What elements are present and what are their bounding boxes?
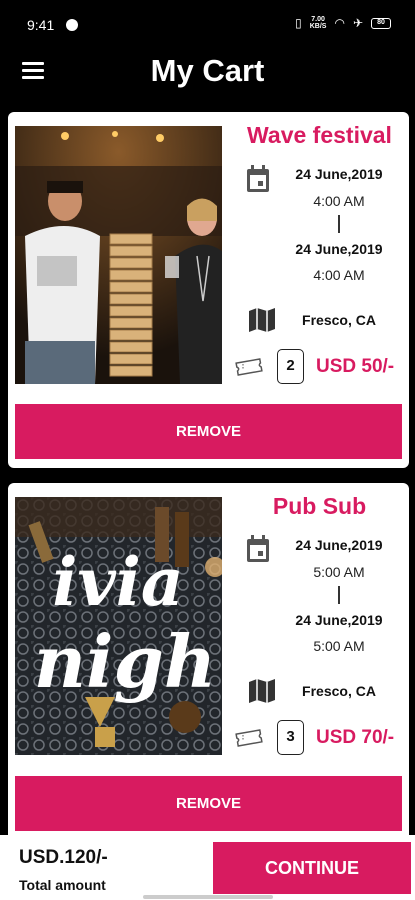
- end-time: 4:00 AM: [313, 267, 365, 283]
- cart-item-card: ivia nigh Pub Sub 24 June,2019 5:00 AM 2…: [8, 483, 409, 843]
- status-time: 9:41: [27, 17, 55, 33]
- status-bar: 9:41 ▯ 7.00 KB/S ◠ ✈ 80: [0, 0, 415, 48]
- map-icon: [249, 679, 275, 703]
- map-icon: [249, 308, 275, 332]
- start-date: 24 June,2019: [295, 166, 383, 182]
- event-name: Wave festival: [247, 122, 392, 148]
- signal-icon: ✈: [352, 16, 363, 30]
- network-speed: 7.00 KB/S: [309, 16, 327, 30]
- total-amount: USD.120/-: [19, 847, 108, 868]
- end-date: 24 June,2019: [295, 612, 383, 628]
- event-location: Fresco, CA: [302, 312, 376, 328]
- app-notification-icon: [66, 19, 78, 31]
- start-time: 4:00 AM: [313, 193, 365, 209]
- vibrate-icon: ▯: [295, 16, 302, 30]
- remove-button[interactable]: REMOVE: [15, 776, 402, 831]
- item-price: USD 50/-: [316, 356, 395, 377]
- end-time: 5:00 AM: [313, 638, 365, 654]
- ticket-icon: [235, 729, 263, 747]
- battery-icon: 80: [371, 17, 391, 29]
- total-amount-label: Total amount: [19, 877, 106, 893]
- calendar-icon: [247, 535, 269, 562]
- page-title: My Cart: [150, 53, 265, 88]
- event-location: Fresco, CA: [302, 683, 376, 699]
- ticket-icon: [235, 358, 263, 376]
- status-icons: ▯ 7.00 KB/S ◠ ✈ 80: [295, 16, 391, 30]
- remove-button[interactable]: REMOVE: [15, 404, 402, 459]
- home-indicator[interactable]: [143, 895, 273, 899]
- image-text-line1: ivia: [52, 543, 183, 621]
- calendar-icon: [247, 165, 269, 192]
- item-price: USD 70/-: [316, 727, 395, 748]
- checkout-footer: USD.120/- Total amount CONTINUE: [0, 835, 415, 900]
- quantity-box: 2: [277, 349, 304, 384]
- time-separator: [338, 215, 340, 233]
- start-time: 5:00 AM: [313, 564, 365, 580]
- quantity-box: 3: [277, 720, 304, 755]
- event-image: [15, 126, 222, 384]
- continue-button[interactable]: CONTINUE: [213, 842, 411, 894]
- start-date: 24 June,2019: [295, 537, 383, 553]
- event-name: Pub Sub: [272, 493, 367, 519]
- event-image: ivia nigh: [15, 497, 222, 755]
- app-header: My Cart: [0, 48, 415, 106]
- cart-item-card: Wave festival 24 June,2019 4:00 AM 24 Ju…: [8, 112, 409, 468]
- image-text-line2: nigh: [34, 619, 216, 704]
- end-date: 24 June,2019: [295, 241, 383, 257]
- time-separator: [338, 586, 340, 604]
- wifi-icon: ◠: [334, 16, 345, 30]
